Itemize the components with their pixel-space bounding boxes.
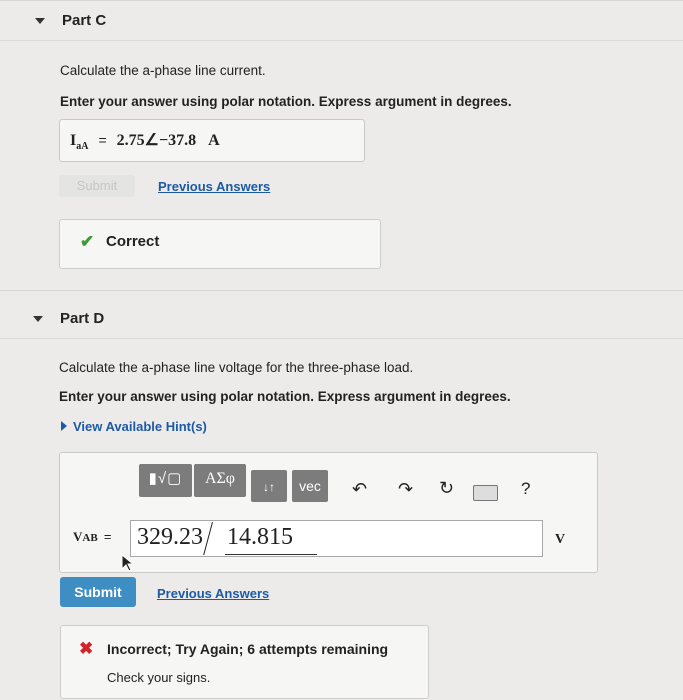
- part-c-answer-line: IaA = 2.75∠−37.8 A: [70, 130, 220, 152]
- part-d-prompt: Calculate the a-phase line voltage for t…: [59, 360, 414, 375]
- part-d-answer-editor: ▮√▢ ΑΣφ ↓↑ vec ↶ ↷ ↻ ? VAB = 329.23 14.8…: [59, 452, 598, 573]
- part-d-previous-answers-link[interactable]: Previous Answers: [157, 586, 269, 601]
- reset-icon[interactable]: ↻: [439, 478, 454, 499]
- redo-icon[interactable]: ↷: [398, 479, 413, 500]
- part-d-title: Part D: [60, 310, 105, 327]
- top-divider: [0, 0, 683, 1]
- x-mark-icon: ✖: [79, 639, 94, 658]
- part-c-submit-button[interactable]: Submit: [59, 175, 135, 197]
- part-d-divider-top: [0, 290, 683, 291]
- equals-sign: =: [103, 529, 112, 544]
- part-d-feedback-box: ✖ Incorrect; Try Again; 6 attempts remai…: [60, 625, 429, 699]
- answer-variable: V: [73, 529, 83, 544]
- angle-symbol-icon: [203, 521, 226, 556]
- part-d-submit-button[interactable]: Submit: [60, 577, 136, 607]
- part-c-feedback-box: ✔ Correct: [59, 219, 381, 269]
- equals-sign: =: [98, 132, 107, 148]
- help-button[interactable]: ?: [521, 479, 530, 499]
- mouse-cursor-icon: [121, 553, 135, 572]
- caret-right-icon: [61, 421, 67, 431]
- part-d-feedback-title: Incorrect; Try Again; 6 attempts remaini…: [107, 641, 389, 657]
- subscript-superscript-button[interactable]: ↓↑: [251, 470, 287, 502]
- part-c-prompt: Calculate the a-phase line current.: [60, 63, 266, 78]
- part-d-feedback-detail: Check your signs.: [107, 670, 211, 685]
- part-c-divider: [0, 40, 683, 41]
- angle-value: 14.815: [227, 524, 293, 550]
- vector-button[interactable]: vec: [292, 470, 328, 502]
- magnitude-value: 329.23: [137, 524, 203, 550]
- part-c-previous-answers-link[interactable]: Previous Answers: [158, 179, 270, 194]
- collapse-part-c-icon[interactable]: [35, 18, 45, 24]
- part-c-answer-box: IaA = 2.75∠−37.8 A: [59, 119, 365, 162]
- view-hints-label: View Available Hint(s): [73, 419, 207, 434]
- checkmark-icon: ✔: [80, 232, 95, 251]
- part-d-answer-unit: V: [555, 532, 566, 547]
- undo-icon[interactable]: ↶: [352, 479, 367, 500]
- part-d-variable-label: VAB =: [73, 529, 112, 545]
- part-c-answer-unit: A: [208, 132, 220, 149]
- part-d-answer-input[interactable]: 329.23 14.815: [130, 520, 543, 557]
- part-c-title: Part C: [62, 12, 107, 29]
- angle-underline: [225, 554, 317, 555]
- answer-variable-subscript: AB: [82, 532, 98, 544]
- collapse-part-d-icon[interactable]: [33, 316, 43, 322]
- templates-button[interactable]: ▮√▢: [139, 464, 192, 497]
- part-c-answer-value: 2.75∠−37.8: [116, 132, 197, 149]
- answer-variable-subscript: aA: [76, 141, 89, 153]
- part-d-instruction: Enter your answer using polar notation. …: [59, 389, 511, 404]
- part-d-divider: [0, 338, 683, 339]
- greek-symbols-button[interactable]: ΑΣφ: [194, 464, 246, 497]
- part-c-instruction: Enter your answer using polar notation. …: [60, 94, 512, 109]
- part-c-feedback-text: Correct: [106, 233, 160, 250]
- view-hints-link[interactable]: View Available Hint(s): [61, 418, 207, 436]
- keyboard-icon[interactable]: [473, 485, 498, 501]
